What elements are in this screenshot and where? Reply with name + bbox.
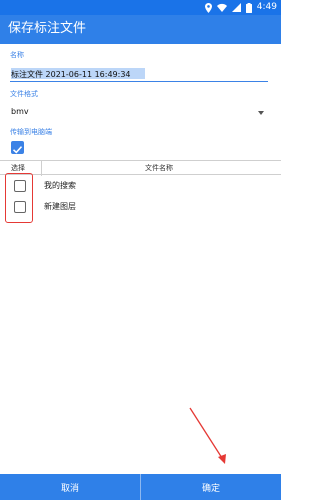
cell-signal-icon [231, 3, 241, 12]
upload-label: 传输到电脑端 [10, 128, 52, 136]
format-label: 文件格式 [10, 90, 38, 98]
cancel-button[interactable]: 取消 [0, 474, 140, 500]
bottom-action-bar: 取消 确定 [0, 474, 281, 500]
status-bar: 4:49 [0, 0, 281, 15]
column-header-select: 选择 [11, 164, 25, 172]
wifi-icon [216, 3, 227, 12]
checkmark-icon [12, 146, 23, 154]
row-checkbox[interactable] [14, 201, 26, 213]
name-input[interactable] [10, 68, 268, 82]
page-title: 保存标注文件 [8, 21, 87, 36]
status-time: 4:49 [256, 2, 277, 12]
app-bar: 保存标注文件 [0, 15, 281, 44]
row-filename: 新建图层 [44, 202, 76, 211]
location-icon [204, 2, 212, 13]
column-divider [41, 161, 42, 176]
upload-checkbox[interactable] [11, 141, 24, 154]
battery-icon [245, 2, 252, 13]
row-checkbox[interactable] [14, 180, 26, 192]
dropdown-arrow-icon [258, 111, 264, 115]
format-value: bmv [11, 107, 29, 116]
confirm-button[interactable]: 确定 [141, 474, 281, 500]
status-icons: 4:49 [204, 1, 277, 14]
format-select[interactable]: bmv [10, 106, 268, 120]
table-row[interactable]: 我的搜索 [0, 176, 281, 198]
table-row[interactable]: 新建图层 [0, 197, 281, 219]
column-header-filename: 文件名称 [145, 164, 173, 172]
row-filename: 我的搜索 [44, 181, 76, 190]
table-header: 选择 文件名称 [0, 160, 281, 176]
name-label: 名称 [10, 51, 24, 59]
